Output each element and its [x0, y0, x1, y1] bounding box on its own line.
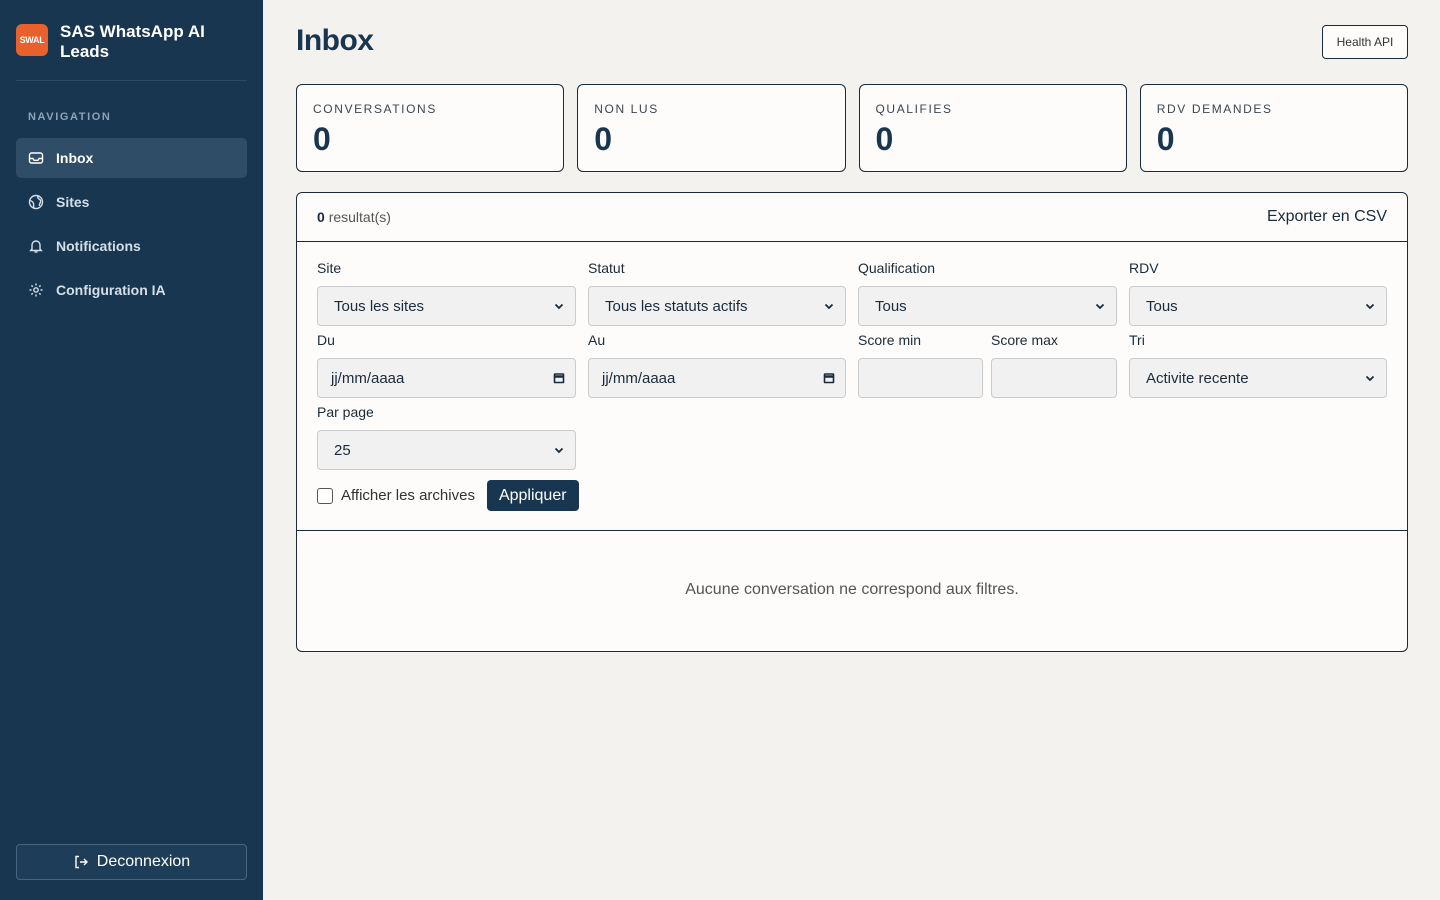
logout-label: Deconnexion: [96, 853, 191, 870]
conversations-panel: 0 resultat(s) Exporter en CSV Site Tous …: [296, 192, 1408, 652]
chevron-down-icon: [1095, 303, 1105, 310]
score-min-label: Score min: [858, 332, 922, 348]
statut-label: Statut: [588, 260, 625, 276]
stat-card-conversations: CONVERSATIONS 0: [296, 84, 565, 172]
empty-state-message: Aucune conversation ne correspond aux fi…: [685, 581, 1019, 598]
sidebar-item-label: Configuration IA: [56, 282, 166, 298]
sidebar: SWAL SAS WhatsApp AI Leads NAVIGATION In…: [0, 0, 263, 900]
stat-value: 0: [1156, 121, 1175, 157]
result-count-number: 0: [317, 209, 325, 225]
qualification-label: Qualification: [858, 260, 936, 276]
par-page-label: Par page: [317, 404, 374, 420]
archives-checkbox[interactable]: [317, 487, 333, 504]
au-field: Au jj/mm/aaaa: [588, 332, 846, 398]
stat-card-non-lus: NON LUS 0: [577, 84, 846, 172]
page-title: Inbox: [296, 24, 374, 57]
score-min-input[interactable]: [858, 358, 983, 398]
du-field: Du jj/mm/aaaa: [317, 332, 576, 398]
sidebar-nav: Inbox Sites Notifications Configuration …: [16, 138, 247, 314]
stat-value: 0: [594, 121, 613, 157]
du-date-placeholder: jj/mm/aaaa: [331, 369, 405, 387]
chevron-down-icon: [824, 303, 834, 310]
rdv-select[interactable]: Tous: [1129, 286, 1387, 326]
qualification-select[interactable]: Tous: [858, 286, 1117, 326]
bell-icon: [29, 240, 43, 253]
tri-field: Tri Activite recente: [1129, 332, 1387, 398]
statut-select[interactable]: Tous les statuts actifs: [588, 286, 846, 326]
site-field: Site Tous les sites: [317, 260, 576, 326]
inbox-icon: [28, 152, 44, 164]
result-count: 0 resultat(s): [317, 209, 391, 225]
sidebar-item-label: Inbox: [56, 150, 94, 166]
sidebar-divider: [16, 80, 247, 81]
par-page-select[interactable]: 25: [317, 430, 576, 470]
sidebar-item-label: Sites: [56, 194, 90, 210]
statut-field: Statut Tous les statuts actifs: [588, 260, 846, 326]
au-date-input[interactable]: jj/mm/aaaa: [588, 358, 846, 398]
score-min-field: Score min: [858, 332, 983, 398]
stat-label: CONVERSATIONS: [313, 102, 437, 116]
brand[interactable]: SWAL SAS WhatsApp AI Leads: [0, 0, 263, 80]
score-max-field: Score max: [991, 332, 1117, 398]
result-count-suffix: resultat(s): [328, 209, 391, 225]
tri-select-value: Activite recente: [1146, 369, 1249, 387]
stat-value: 0: [875, 121, 894, 157]
rdv-select-value: Tous: [1146, 297, 1178, 315]
stat-label: NON LUS: [594, 102, 659, 116]
stats-row: CONVERSATIONS 0 NON LUS 0 QUALIFIES 0 RD…: [296, 84, 1408, 172]
tri-label: Tri: [1129, 332, 1145, 348]
chevron-down-icon: [1365, 303, 1375, 310]
stat-card-qualifies: QUALIFIES 0: [858, 84, 1127, 172]
site-select[interactable]: Tous les sites: [317, 286, 576, 326]
app-logo: SWAL: [16, 24, 48, 56]
qualification-select-value: Tous: [875, 297, 907, 315]
stat-value: 0: [313, 121, 331, 157]
site-label: Site: [317, 260, 342, 276]
par-page-field: Par page 25: [317, 404, 576, 470]
qualification-field: Qualification Tous: [858, 260, 1117, 326]
chevron-down-icon: [554, 303, 564, 310]
statut-select-value: Tous les statuts actifs: [605, 297, 748, 315]
chevron-down-icon: [1365, 375, 1375, 382]
stat-label: QUALIFIES: [875, 102, 953, 116]
site-select-value: Tous les sites: [334, 297, 425, 315]
gear-icon: [29, 283, 43, 297]
logout-icon: [75, 855, 88, 869]
panel-header: 0 resultat(s) Exporter en CSV: [297, 193, 1407, 242]
rdv-field: RDV Tous: [1129, 260, 1387, 326]
par-page-select-value: 25: [334, 441, 351, 459]
filters-form: Site Tous les sites Statut Tous les stat…: [297, 242, 1407, 531]
sidebar-item-sites[interactable]: Sites: [16, 182, 247, 222]
archives-label[interactable]: Afficher les archives: [341, 487, 475, 504]
chevron-down-icon: [554, 447, 564, 454]
sidebar-item-notifications[interactable]: Notifications: [16, 226, 247, 266]
logout-button[interactable]: Deconnexion: [16, 844, 247, 880]
apply-button[interactable]: Appliquer: [486, 480, 579, 511]
calendar-icon[interactable]: [553, 372, 565, 384]
archives-row: Afficher les archives Appliquer: [317, 480, 579, 511]
du-date-input[interactable]: jj/mm/aaaa: [317, 358, 576, 398]
nav-section-title: NAVIGATION: [28, 111, 112, 123]
du-label: Du: [317, 332, 335, 348]
health-api-button[interactable]: Health API: [1322, 25, 1408, 59]
au-date-placeholder: jj/mm/aaaa: [602, 369, 676, 387]
calendar-icon[interactable]: [823, 372, 835, 384]
export-csv-link[interactable]: Exporter en CSV: [1267, 208, 1387, 226]
rdv-label: RDV: [1129, 260, 1159, 276]
sidebar-item-inbox[interactable]: Inbox: [16, 138, 247, 178]
au-label: Au: [588, 332, 606, 348]
globe-icon: [28, 194, 44, 210]
tri-select[interactable]: Activite recente: [1129, 358, 1387, 398]
stat-card-rdv-demandes: RDV DEMANDES 0: [1139, 84, 1408, 172]
sidebar-item-configuration-ia[interactable]: Configuration IA: [16, 270, 247, 310]
sidebar-item-label: Notifications: [56, 238, 141, 254]
app-name: SAS WhatsApp AI Leads: [60, 22, 205, 61]
score-max-input[interactable]: [991, 358, 1117, 398]
stat-label: RDV DEMANDES: [1156, 102, 1273, 116]
score-max-label: Score max: [991, 332, 1058, 348]
